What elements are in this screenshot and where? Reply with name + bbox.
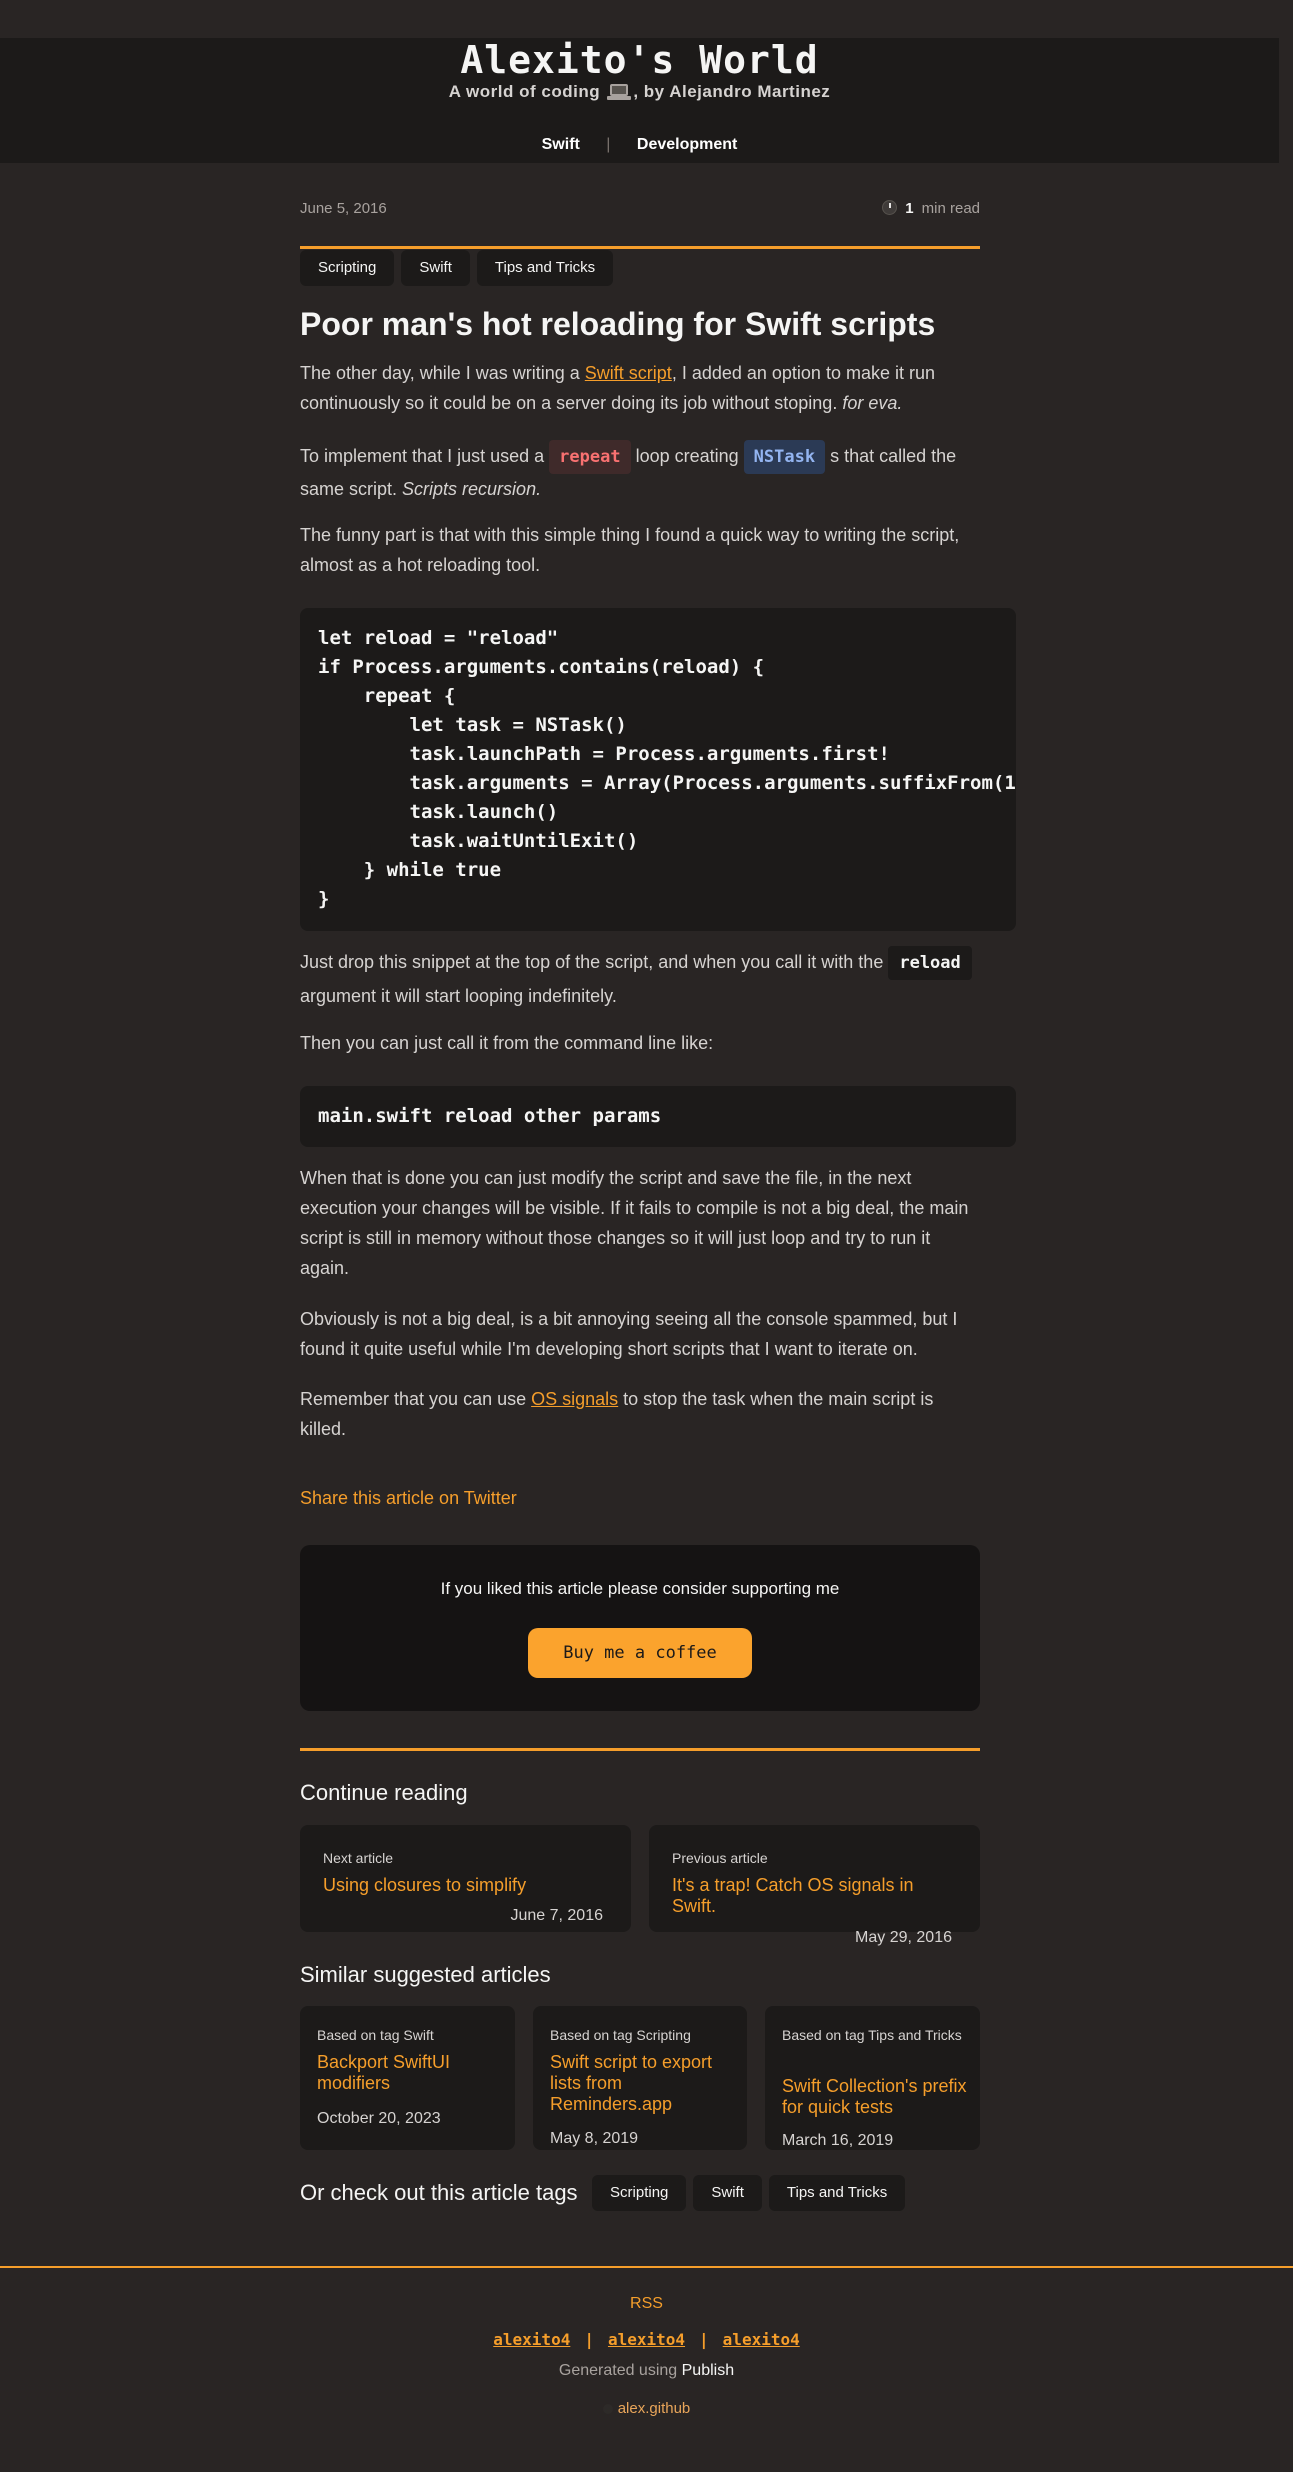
- similar-article-title[interactable]: Backport SwiftUI modifiers: [317, 2052, 502, 2094]
- article-date: June 5, 2016: [300, 200, 387, 217]
- article-tags: Scripting Swift Tips and Tricks: [300, 250, 620, 286]
- paragraph-7: Obviously is not a big deal, is a bit an…: [300, 1309, 958, 1359]
- similar-article-date: May 8, 2019: [550, 2130, 639, 2147]
- generated-pre: Generated using: [558, 2362, 682, 2379]
- tag-tips-and-tricks[interactable]: Tips and Tricks: [476, 250, 614, 286]
- article-tags-row: Or check out this article tags Scripting…: [300, 2175, 912, 2211]
- site-header: Alexito's World A world of coding , by A…: [0, 38, 1279, 163]
- article-meta: June 5, 2016 1 min read: [300, 200, 980, 222]
- site-subtitle: A world of coding , by Alejandro Martine…: [0, 82, 1279, 102]
- support-message: If you liked this article please conside…: [440, 1579, 840, 1598]
- social-link[interactable]: alexito4: [493, 2330, 570, 2349]
- header-divider: [300, 246, 980, 249]
- read-time-label: min read: [921, 200, 980, 217]
- next-article-date: June 7, 2016: [510, 1907, 603, 1924]
- subtitle-post: , by Alejandro Martinez: [633, 82, 831, 101]
- paragraph-4: Just drop this snippet at the top of the…: [300, 946, 980, 1012]
- next-article-card[interactable]: Next article Using closures to simplify …: [300, 1825, 631, 1932]
- similar-article-card[interactable]: Based on tag Tips and Tricks Swift Colle…: [765, 2006, 980, 2150]
- github-label[interactable]: alex.github: [618, 2400, 691, 2417]
- continue-divider: [300, 1748, 980, 1751]
- inline-code-nstask: NSTask: [743, 440, 826, 474]
- read-time: 1 min read: [882, 200, 980, 217]
- paragraph-6: When that is done you can just modify th…: [300, 1168, 969, 1278]
- nav-item-development[interactable]: Development: [637, 136, 737, 153]
- footer-divider: [0, 2266, 1293, 2268]
- inline-code-repeat: repeat: [549, 440, 631, 474]
- similar-article-label: Based on tag Tips and Tricks: [782, 2027, 962, 2043]
- tags-row-lead: Or check out this article tags: [300, 2179, 578, 2205]
- main-nav: Swift | Development: [0, 136, 1279, 154]
- social-links: alexito4 | alexito4 | alexito4: [0, 2330, 1293, 2349]
- social-link[interactable]: alexito4: [608, 2330, 685, 2349]
- social-link[interactable]: alexito4: [723, 2330, 800, 2349]
- similar-article-date: March 16, 2019: [782, 2132, 894, 2149]
- similar-article-title[interactable]: Swift Collection's prefix for quick test…: [782, 2076, 967, 2118]
- paragraph-2: To implement that I just used a repeat l…: [300, 440, 980, 504]
- similar-article-label: Based on tag Swift: [317, 2027, 434, 2043]
- github-link[interactable]: alex.github: [0, 2400, 1293, 2417]
- paragraph-8: Remember that you can use OS signals to …: [300, 1389, 934, 1439]
- previous-article-date: May 29, 2016: [855, 1929, 952, 1946]
- site-title[interactable]: Alexito's World: [0, 38, 1279, 82]
- similar-article-title[interactable]: Swift script to export lists from Remind…: [550, 2052, 735, 2115]
- paragraph-3: The funny part is that with this simple …: [300, 525, 960, 575]
- buy-coffee-button[interactable]: Buy me a coffee: [528, 1628, 752, 1678]
- code-block-command: main.swift reload other params: [300, 1086, 1016, 1147]
- previous-article-card[interactable]: Previous article It's a trap! Catch OS s…: [649, 1825, 980, 1946]
- paragraph-5: Then you can just call it from the comma…: [300, 1033, 714, 1053]
- paragraph-1: The other day, while I was writing a Swi…: [300, 363, 935, 413]
- continue-reading-heading: Continue reading: [300, 1780, 468, 1805]
- social-separator: |: [699, 2330, 709, 2349]
- previous-article-label: Previous article: [672, 1850, 768, 1866]
- social-separator: |: [584, 2330, 594, 2349]
- nav-item-swift[interactable]: Swift: [542, 136, 580, 153]
- previous-article-title[interactable]: It's a trap! Catch OS signals in Swift.: [672, 1875, 932, 1917]
- inline-code-reload: reload: [888, 946, 972, 980]
- read-time-value: 1: [905, 200, 914, 217]
- tag-tips-and-tricks[interactable]: Tips and Tricks: [768, 2175, 906, 2211]
- article-title: Poor man's hot reloading for Swift scrip…: [300, 306, 936, 342]
- similar-article-date: October 20, 2023: [317, 2110, 441, 2127]
- tag-scripting[interactable]: Scripting: [300, 250, 395, 286]
- swift-script-link[interactable]: Swift script: [585, 363, 672, 383]
- tag-scripting[interactable]: Scripting: [592, 2175, 687, 2211]
- publish-link[interactable]: Publish: [682, 2362, 734, 2379]
- similar-articles-heading: Similar suggested articles: [300, 1962, 551, 1987]
- next-article-title[interactable]: Using closures to simplify: [323, 1875, 526, 1896]
- generated-by: Generated using Publish: [0, 2362, 1293, 2380]
- os-signals-link[interactable]: OS signals: [531, 1389, 618, 1409]
- similar-article-label: Based on tag Scripting: [550, 2027, 691, 2043]
- tag-swift[interactable]: Swift: [401, 250, 470, 286]
- github-icon: [602, 2404, 613, 2414]
- tag-swift[interactable]: Swift: [693, 2175, 762, 2211]
- subtitle-pre: A world of coding: [448, 82, 601, 101]
- share-twitter-link[interactable]: Share this article on Twitter: [300, 1488, 517, 1509]
- next-article-label: Next article: [323, 1850, 394, 1866]
- code-block-reload: let reload = "reload" if Process.argumen…: [300, 608, 1016, 931]
- laptop-icon: [607, 84, 632, 100]
- similar-article-card[interactable]: Based on tag Scripting Swift script to e…: [533, 2006, 747, 2150]
- clock-icon: [882, 200, 898, 215]
- rss-link[interactable]: RSS: [0, 2295, 1293, 2313]
- similar-article-card[interactable]: Based on tag Swift Backport SwiftUI modi…: [300, 2006, 515, 2150]
- support-box: If you liked this article please conside…: [300, 1545, 980, 1711]
- nav-divider: |: [606, 136, 611, 153]
